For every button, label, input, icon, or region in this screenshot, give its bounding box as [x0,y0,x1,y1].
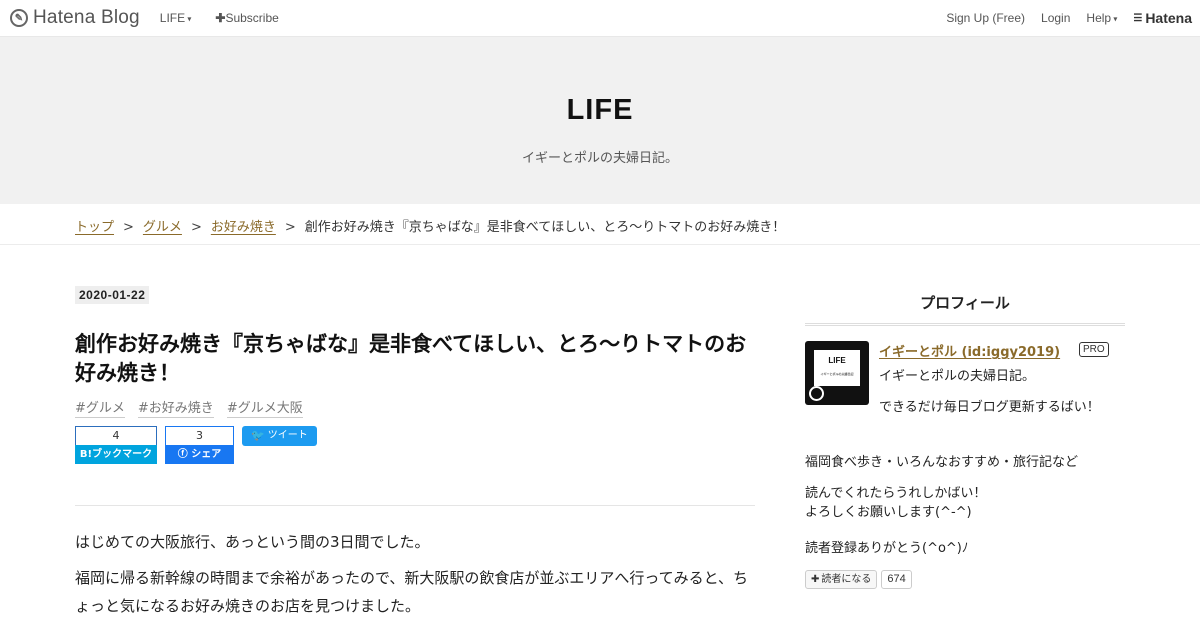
tweet-label: ツイート [267,430,308,441]
profile-line-b: よろしくお願いします(^-^) [805,505,972,520]
avatar-subtext: イギーとポルの夫婦日記 [820,372,854,376]
facebook-share-label: シェア [191,449,222,460]
breadcrumb-okonomiyaki[interactable]: お好み焼き [211,220,276,235]
profile-line: 福岡食べ歩き・いろんなおすすめ・旅行記など [805,455,1079,470]
help-label: Help [1086,11,1112,25]
subscribe-label: Subscribe [225,11,279,25]
share-buttons: 4 B!ブックマーク 3 ⓕ シェア 🐦 ツイート [75,426,317,464]
divider [75,505,755,506]
global-header: ✎ Hatena Blog LIFE ▾ ✚Subscribe Sign Up … [0,0,1200,37]
profile-heading: プロフィール [805,292,1125,326]
signup-link[interactable]: Sign Up (Free) [946,11,1025,25]
tweet-button[interactable]: 🐦 ツイート [242,426,317,446]
paragraph: はじめての大阪旅行、あっという間の3日間でした。 [75,533,430,551]
logo-text: Hatena Blog [33,7,140,28]
twitter-bird-icon: 🐦 [251,429,265,442]
breadcrumb-gourmet[interactable]: グルメ [143,220,182,235]
bookmark-label: B!ブックマーク [75,445,157,464]
breadcrumb-top[interactable]: トップ [75,220,114,235]
profile-line: イギーとポルの夫婦日記。 [879,369,1036,384]
follow-button[interactable]: ✚ 読者になる [805,570,878,589]
profile-line-a: 読んでくれたらうれしかばい！ [805,486,987,501]
facebook-share-count: 3 [165,426,234,445]
facebook-share-button[interactable]: 3 ⓕ シェア [165,426,234,464]
hatena-blog-logo[interactable]: ✎ Hatena Blog [10,7,140,29]
follow-label: 読者になる [821,574,872,585]
subscribe-button[interactable]: ✚Subscribe [215,11,278,25]
help-menu[interactable]: Help ▾ [1086,11,1117,25]
blog-title[interactable]: LIFE [0,94,1200,127]
entry-date[interactable]: 2020-01-22 [75,286,150,304]
hatena-logo-text: Hatena [1145,10,1192,26]
caret-down-icon: ▾ [185,14,192,24]
profile-line: できるだけ毎日ブログ更新するばい！ [879,400,1100,415]
tag-link[interactable]: #グルメ [75,397,125,418]
profile-name-link[interactable]: イギーとポル (id:iggy2019) [879,341,1060,360]
paragraph: 福岡に帰る新幹線の時間まで余裕があったので、新大阪駅の飲食店が並ぶエリアへ行って… [75,569,749,615]
breadcrumb-separator: > [190,220,202,235]
login-link[interactable]: Login [1041,11,1070,25]
plus-icon: ✚ [215,11,226,25]
breadcrumb: トップ > グルメ > お好み焼き > 創作お好み焼き『京ちゃばな』是非食べてほしい、とろ～… [0,204,1200,245]
bookmark-count: 4 [75,426,157,445]
blog-menu[interactable]: LIFE ▾ [160,11,192,25]
entry-tags: #グルメ #お好み焼き #グルメ大阪 [75,397,316,418]
breadcrumb-separator: > [123,220,134,235]
avatar-text: LIFE [828,356,846,365]
entry-content: はじめての大阪旅行、あっという間の3日間でした。 福岡に帰る新幹線の時間まで余裕… [75,528,755,628]
breadcrumb-current: 創作お好み焼き『京ちゃばな』是非食べてほしい、とろ～りトマトのお好み焼き！ [304,220,786,235]
blog-menu-label: LIFE [159,11,186,25]
breadcrumb-separator: > [284,220,296,235]
profile-avatar[interactable]: LIFE イギーとポルの夫婦日記 [805,341,869,405]
plus-icon: ✚ [811,574,820,585]
blog-header: LIFE イギーとポルの夫婦日記。 [0,37,1200,204]
caret-down-icon: ▾ [1111,14,1118,24]
profile-line: 読者登録ありがとう(^o^)ﾉ [805,541,969,556]
blog-description: イギーとポルの夫婦日記。 [521,151,678,166]
profile-line: 読んでくれたらうれしかばい！ よろしくお願いします(^-^) [805,484,986,522]
tag-link[interactable]: #グルメ大阪 [226,397,303,418]
entry-title[interactable]: 創作お好み焼き『京ちゃばな』是非食べてほしい、とろ～りトマトのお好み焼き！ [75,330,755,388]
hatena-logo[interactable]: ☰ Hatena [1133,10,1192,26]
hatena-bookmark-button[interactable]: 4 B!ブックマーク [75,426,157,464]
follower-count: 674 [881,570,912,589]
tag-link[interactable]: #お好み焼き [137,397,214,418]
hatena-pen-icon: ✎ [10,9,28,27]
pro-badge: PRO [1079,342,1109,357]
hatena-lines-icon: ☰ [1133,12,1143,24]
follow-widget: ✚ 読者になる 674 [805,570,912,589]
facebook-icon: ⓕ [177,449,192,460]
